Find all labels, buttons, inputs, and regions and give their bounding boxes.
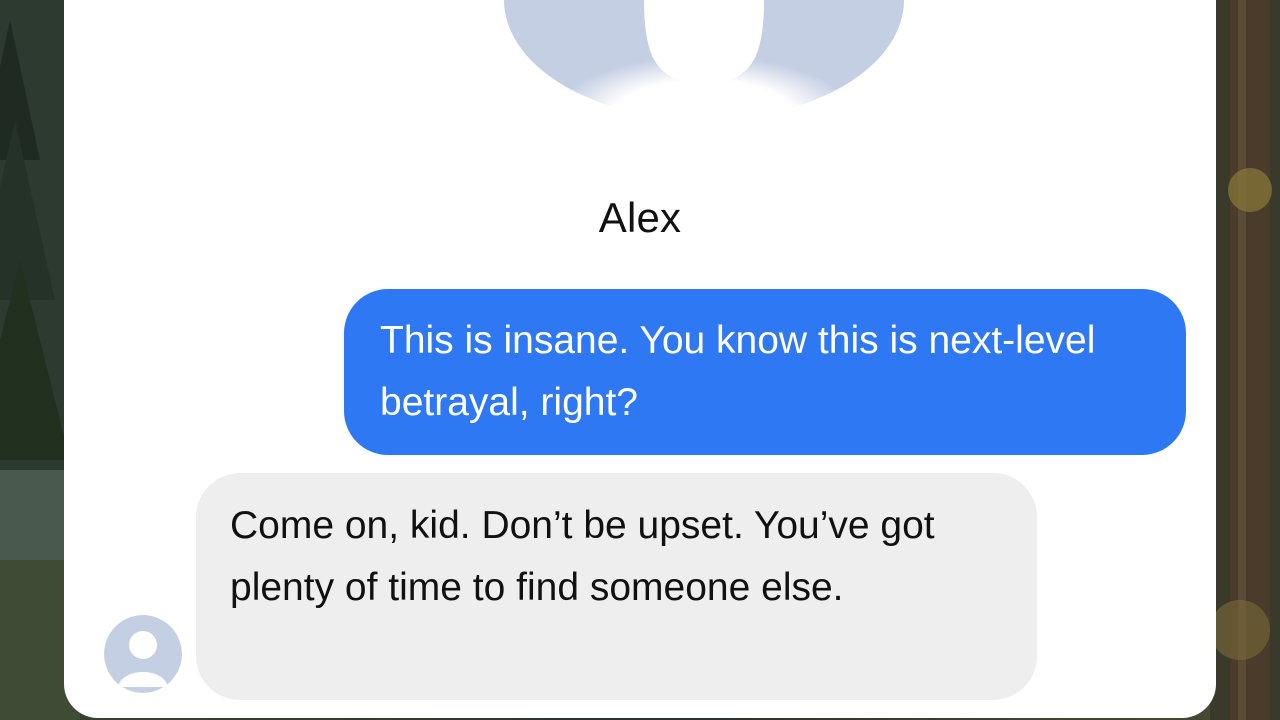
chat-card: Alex This is insane. You know this is ne… [64, 0, 1216, 718]
person-silhouette-icon [104, 615, 182, 693]
received-message-bubble: Come on, kid. Don’t be upset. You’ve got… [196, 473, 1037, 700]
sent-message-bubble: This is insane. You know this is next-le… [344, 289, 1186, 455]
background-trees-right [1210, 0, 1280, 720]
contact-avatar-large [504, 0, 904, 140]
contact-name: Alex [598, 194, 682, 241]
